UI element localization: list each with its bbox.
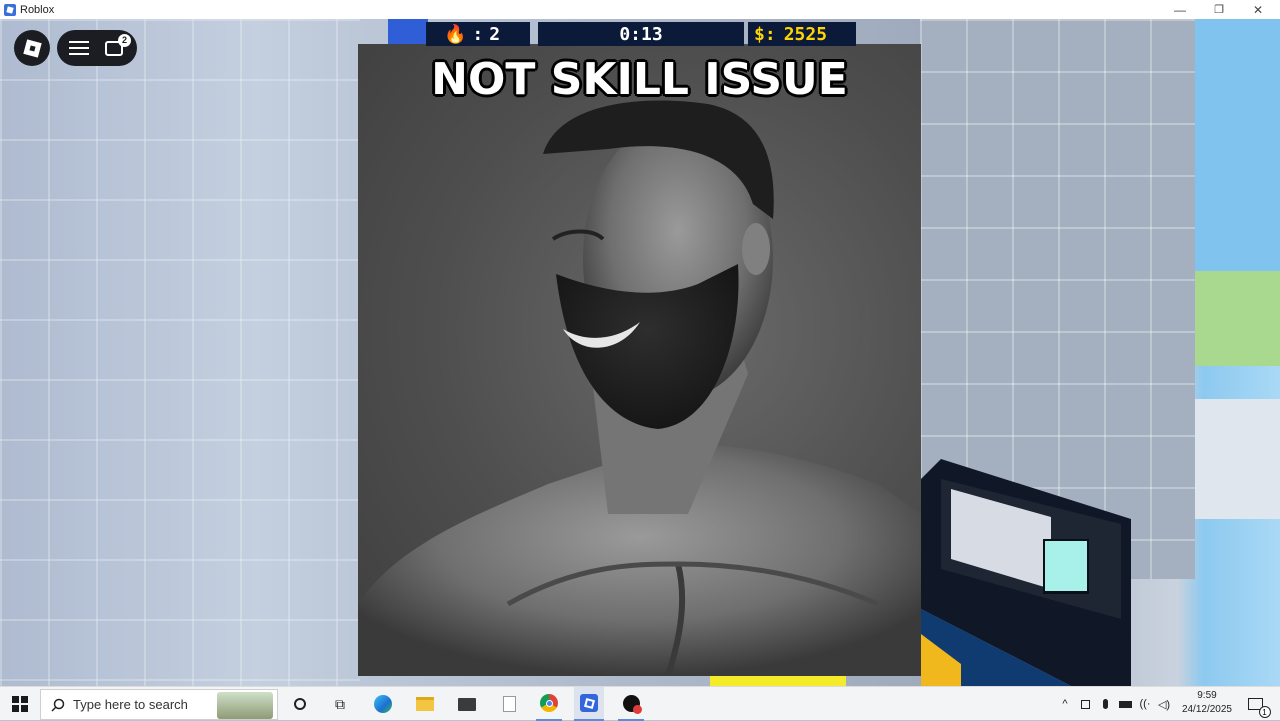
volume-icon[interactable]: ◁) (1156, 687, 1172, 721)
left-wall (0, 19, 360, 686)
close-button[interactable]: ✕ (1238, 0, 1278, 19)
mail-icon[interactable] (454, 687, 480, 721)
meme-image: NOT SKILL ISSUE (358, 44, 921, 676)
floor (1195, 399, 1280, 519)
document-icon[interactable] (496, 687, 522, 721)
device-icon[interactable] (1078, 687, 1092, 721)
timer-value: 0:13 (619, 23, 663, 45)
money-label: $: (754, 23, 776, 45)
roblox-logo-icon (22, 38, 42, 58)
edge-icon[interactable] (370, 687, 396, 721)
money-counter: $: 2525 (748, 22, 856, 46)
battery-icon[interactable] (1117, 687, 1133, 721)
search-icon (51, 698, 65, 712)
fire-icon: 🔥 (444, 23, 467, 45)
kill-counter: 🔥 : 2 (426, 22, 530, 46)
chrome-icon[interactable] (536, 687, 562, 721)
taskbar-search-box[interactable]: Type here to search (40, 689, 278, 720)
wifi-icon[interactable]: ((· (1138, 687, 1152, 721)
roblox-topbar-pill: 2 (57, 30, 137, 66)
gigachad-portrait (358, 100, 921, 676)
file-explorer-icon[interactable] (412, 687, 438, 721)
money-value: 2525 (783, 23, 828, 45)
windows-taskbar: Type here to search ⧉ ^ ((· ◁) 9:59 24/1… (0, 686, 1280, 721)
roblox-studio-icon[interactable] (618, 687, 644, 721)
chevron-up-icon[interactable]: ^ (1058, 687, 1072, 721)
minimize-button[interactable]: — (1160, 0, 1200, 19)
clock-date: 24/12/2025 (1181, 704, 1232, 715)
gun-viewmodel (921, 459, 1131, 686)
window-titlebar: Roblox — ❐ ✕ (0, 0, 1280, 19)
ammo-bar (710, 676, 846, 686)
clock[interactable]: 9:59 24/12/2025 (1182, 689, 1232, 717)
hamburger-menu-icon[interactable] (69, 41, 89, 55)
meme-caption: NOT SKILL ISSUE (431, 54, 848, 105)
start-button[interactable] (6, 687, 34, 721)
notifications-icon[interactable]: 1 (1244, 687, 1271, 721)
chat-icon[interactable]: 2 (105, 33, 131, 56)
cortana-icon[interactable] (288, 687, 312, 721)
roblox-taskbar-icon[interactable] (574, 687, 604, 721)
window-title: Roblox (20, 3, 55, 16)
task-view-icon[interactable]: ⧉ (328, 687, 352, 721)
kill-count: 2 (489, 23, 501, 45)
search-highlight-image (217, 692, 273, 719)
notification-count: 1 (1258, 706, 1271, 718)
microphone-icon[interactable] (1098, 687, 1112, 721)
clock-time: 9:59 (1197, 690, 1217, 701)
blue-pillar (388, 19, 428, 45)
roblox-menu-button[interactable] (14, 30, 50, 66)
search-placeholder: Type here to search (73, 697, 188, 712)
game-viewport[interactable]: 2 NOT SKILL ISSUE 🔥: 2 0:13 $: 2525 (0, 19, 1280, 686)
green-block (1195, 271, 1280, 366)
restore-button[interactable]: ❐ (1199, 0, 1239, 19)
round-timer: 0:13 (538, 22, 744, 46)
windows-logo-icon (12, 696, 28, 712)
sky (1195, 19, 1280, 279)
chat-badge: 2 (118, 33, 131, 47)
roblox-app-icon (4, 3, 16, 16)
